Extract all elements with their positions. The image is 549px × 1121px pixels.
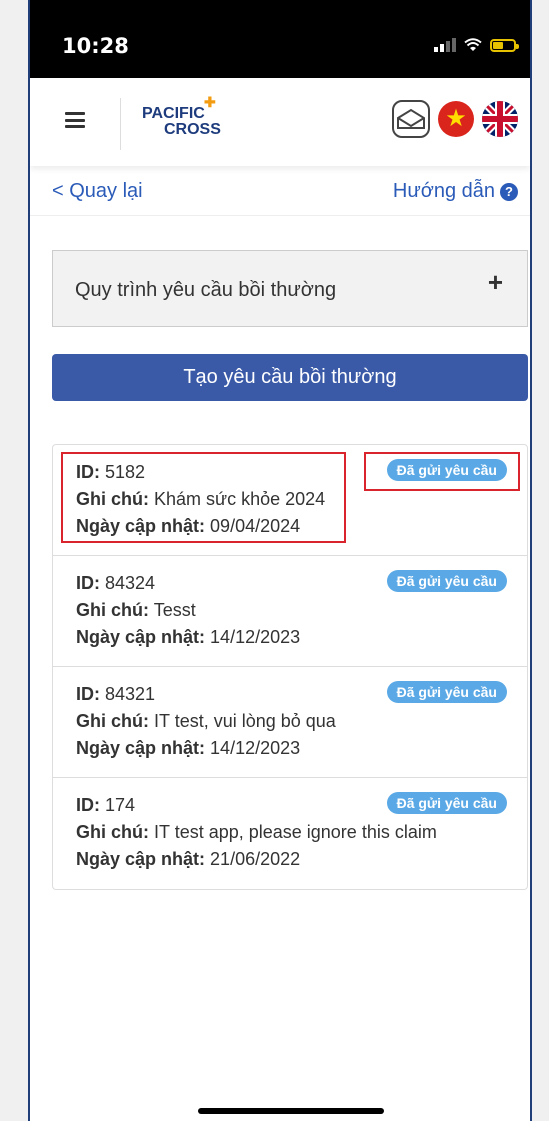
claim-item[interactable]: ID: 174 Ghi chú: IT test app, please ign… <box>53 778 527 889</box>
status-badge: Đã gửi yêu cầu <box>386 570 507 592</box>
status-icons <box>434 38 519 52</box>
status-badge: Đã gửi yêu cầu <box>386 792 507 814</box>
guide-link[interactable]: Hướng dẫn ? <box>393 180 518 203</box>
header-divider <box>120 98 121 150</box>
accordion-label: Quy trình yêu cầu bồi thường <box>75 279 337 301</box>
uk-flag-icon[interactable] <box>482 101 518 137</box>
phone-screen: 10:28 ✚ PACIFIC CROSS ★ < Quay lại Hướng… <box>28 0 532 1121</box>
pacific-cross-logo: ✚ PACIFIC CROSS <box>142 94 221 138</box>
claim-process-accordion[interactable]: Quy trình yêu cầu bồi thường + <box>52 250 528 327</box>
highlight-claim-details <box>61 452 346 543</box>
top-navigation: < Quay lại Hướng dẫn ? <box>30 166 530 216</box>
mail-icon[interactable] <box>392 100 430 138</box>
battery-icon <box>490 38 519 52</box>
vietnam-flag-icon[interactable]: ★ <box>438 101 474 137</box>
claim-note-line: Ghi chú: IT test, vui lòng bỏ qua <box>76 711 336 731</box>
help-icon: ? <box>500 182 518 201</box>
status-time: 10:28 <box>62 34 129 58</box>
claim-item[interactable]: ID: 84324 Ghi chú: Tesst Ngày cập nhật: … <box>53 556 527 667</box>
logo-star-icon: ✚ <box>204 94 216 110</box>
guide-label: Hướng dẫn <box>392 180 495 202</box>
claim-note-line: Ghi chú: Tesst <box>76 600 196 620</box>
logo-text-line2: CROSS <box>164 121 221 138</box>
menu-icon[interactable] <box>65 112 85 128</box>
signal-icon <box>434 38 456 52</box>
highlight-status-badge <box>364 452 520 491</box>
wifi-icon <box>464 38 482 51</box>
claim-updated-line: Ngày cập nhật: 14/12/2023 <box>76 627 301 647</box>
create-claim-button[interactable]: Tạo yêu cầu bồi thường <box>52 354 528 401</box>
expand-plus-icon[interactable]: + <box>488 267 503 298</box>
status-badge: Đã gửi yêu cầu <box>386 681 507 703</box>
claim-note-line: Ghi chú: IT test app, please ignore this… <box>76 822 437 842</box>
app-header: ✚ PACIFIC CROSS ★ <box>30 78 530 166</box>
back-link[interactable]: < Quay lại <box>52 180 143 203</box>
claim-updated-line: Ngày cập nhật: 14/12/2023 <box>76 738 301 758</box>
status-bar: 10:28 <box>30 0 530 78</box>
home-indicator <box>198 1108 384 1114</box>
header-actions: ★ <box>392 100 518 138</box>
claim-updated-line: Ngày cập nhật: 21/06/2022 <box>76 849 301 869</box>
claim-item[interactable]: ID: 84321 Ghi chú: IT test, vui lòng bỏ … <box>53 667 527 778</box>
